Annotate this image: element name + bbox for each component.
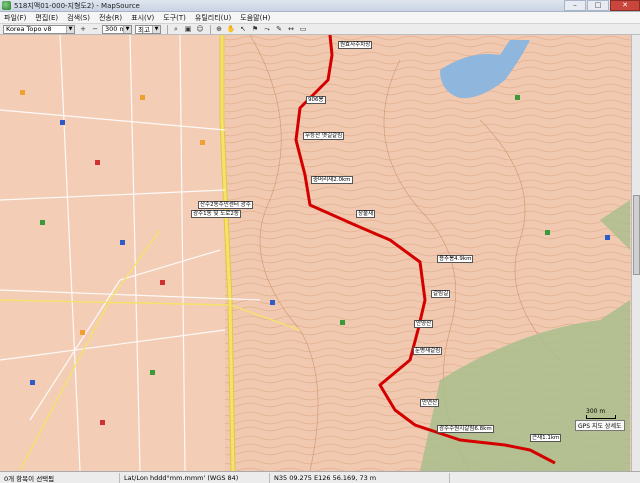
chevron-down-icon: ▼ [123,25,131,33]
menu-utilities[interactable]: 유틸리티(U) [195,13,231,23]
zoom-out-icon[interactable]: − [90,25,100,34]
maximize-button[interactable]: □ [587,0,609,11]
selection-status: 0개 항목이 선택됨 [0,472,120,483]
menu-tools[interactable]: 도구(T) [163,13,186,23]
hand-tool-icon[interactable]: ✋ [226,25,236,34]
urban-area [0,35,225,471]
waypoint-label[interactable]: 둔병재갈림 [413,347,443,355]
menu-search[interactable]: 검색(S) [67,13,90,23]
mapsource-app-icon [2,1,11,10]
waypoint-label[interactable]: 갈림길 [431,290,451,298]
person-icon[interactable]: ☺ [195,25,205,34]
map-tool-icon[interactable]: ▭ [298,25,308,34]
status-bar: 0개 항목이 선택됨 Lat/Lon hddd°mm.mmm' (WGS 84)… [0,471,640,483]
menu-file[interactable]: 파일(F) [4,13,26,23]
track-tool-icon[interactable]: ✎ [274,25,284,34]
toolbar: Korea Topo v8 ▼ + − 300 m ▼ 최고 ▼ ⌕ ▣ ☺ ⊕… [0,24,640,35]
menu-bar: 파일(F) 편집(E) 검색(S) 전송(R) 표시(V) 도구(T) 유틸리티… [0,12,640,24]
waypoint-label[interactable]: 중머리재2.0km [311,176,353,184]
waypoint-label[interactable]: 용추봉4.9km [437,255,474,263]
scale-text: 300 m [586,408,606,415]
chevron-down-icon: ▼ [152,25,160,33]
waypoint-label[interactable]: 큰재1.1km [530,434,562,442]
map-view[interactable]: 원효사주차장 906봉 무등산 옛길갈림 중머리재2.0km 장불재 용추봉4.… [0,35,640,471]
waypoint-label[interactable]: 무등산 옛길갈림 [303,132,345,140]
route-tool-icon[interactable]: ⤳ [262,25,272,34]
toolbar-separator [210,24,211,34]
window-title: 518지맥01-000-지형도2) - MapSource [14,1,140,10]
selection-tool-icon[interactable]: ↖ [238,25,248,34]
binoculars-icon[interactable]: ⌕ [171,25,181,34]
zoom-level-select[interactable]: 300 m ▼ [102,24,132,34]
zoom-tool-icon[interactable]: ⊕ [214,25,224,34]
zoom-in-icon[interactable]: + [78,25,88,34]
cursor-coordinates: N35 09.275 E126 56.169, 73 m [270,472,450,483]
map-product-select[interactable]: Korea Topo v8 ▼ [3,24,75,34]
title-bar: 518지맥01-000-지형도2) - MapSource – □ ✕ [0,0,640,12]
gps-detail-button[interactable]: GPS 지도 상세도 [575,420,625,431]
waypoint-label[interactable]: 장불재 [356,210,376,218]
devices-icon[interactable]: ▣ [183,25,193,34]
menu-view[interactable]: 표시(V) [131,13,154,23]
map-scale: 300 m [586,408,616,419]
waypoint-label[interactable]: 광주수원지갈림6.8km [437,425,494,433]
toolbar-separator [167,24,168,34]
minimize-button[interactable]: – [564,0,586,11]
waypoint-label[interactable]: 906봉 [306,96,326,104]
map-product-value: Korea Topo v8 [6,25,52,33]
waypoint-tool-icon[interactable]: ⚑ [250,25,260,34]
menu-help[interactable]: 도움말(H) [240,13,270,23]
waypoint-label[interactable]: 원효사주차장 [338,41,373,49]
detail-level-value: 최고 [138,26,150,34]
coordinate-format: Lat/Lon hddd°mm.mmm' (WGS 84) [120,472,270,483]
facility-label[interactable]: 산수2동주민센터 광주 [198,201,253,209]
waypoint-label[interactable]: 안양산 [414,320,434,328]
detail-level-select[interactable]: 최고 ▼ [135,24,161,34]
distance-tool-icon[interactable]: ↔ [286,25,296,34]
close-button[interactable]: ✕ [610,0,640,11]
waypoint-label[interactable]: 만연산 [420,399,440,407]
menu-transfer[interactable]: 전송(R) [99,13,122,23]
chevron-down-icon: ▼ [66,25,74,33]
scale-bar-line [586,415,616,419]
facility-label[interactable]: 광주1동 및 도로2동 [191,210,241,218]
vertical-scrollbar[interactable] [631,35,640,471]
scrollbar-thumb[interactable] [633,195,640,275]
menu-edit[interactable]: 편집(E) [35,13,58,23]
